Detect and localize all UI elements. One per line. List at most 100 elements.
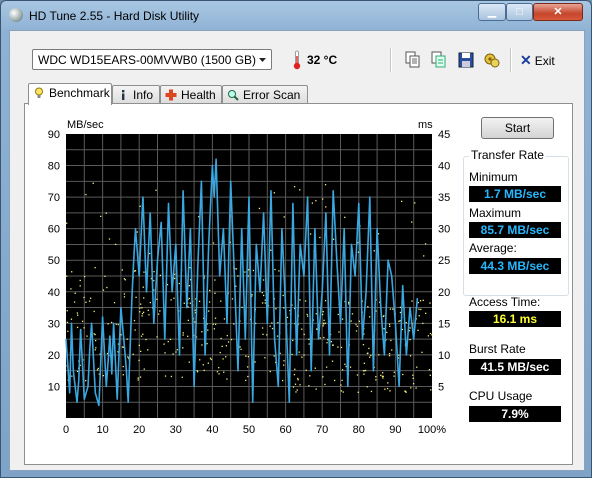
access-time-dot: [156, 298, 158, 300]
access-time-dot: [134, 329, 136, 331]
access-time-dot: [368, 347, 370, 350]
y-left-tick-label: 40: [48, 287, 60, 299]
access-time-dot: [430, 389, 432, 391]
access-time-dot: [283, 364, 285, 366]
access-time-dot: [324, 300, 327, 302]
tab-info[interactable]: Info: [112, 85, 160, 104]
access-time-dot: [366, 386, 368, 388]
minimize-button[interactable]: ▁: [478, 3, 506, 21]
access-time-dot: [324, 383, 326, 386]
access-time-dot: [362, 344, 365, 346]
copy-icon[interactable]: [404, 51, 422, 69]
access-time-dot: [139, 311, 141, 313]
info-icon: [122, 90, 125, 100]
benchmark-panel: MB/sec ms 10 20 30 40 50 60 70 80 90 5 10 15 20 25 30 35 4…: [24, 103, 573, 465]
access-time-dot: [247, 375, 249, 378]
start-button[interactable]: Start: [481, 117, 554, 139]
lightbulb-icon: [35, 87, 43, 98]
access-time-dot: [70, 288, 72, 290]
access-time-dot: [231, 298, 234, 300]
access-time-dot: [392, 308, 394, 310]
access-time-dot: [351, 313, 354, 315]
access-time-dot: [76, 312, 79, 314]
drive-select[interactable]: WDC WD15EARS-00MVWB0 (1500 GB): [32, 49, 272, 70]
access-time-dot: [133, 319, 136, 322]
tab-health[interactable]: Health: [160, 85, 222, 104]
access-time-dot: [384, 388, 386, 390]
access-time-dot: [96, 369, 99, 371]
access-time-dot: [233, 323, 235, 325]
close-button[interactable]: ✕: [533, 3, 583, 21]
access-time-dot: [311, 202, 314, 204]
access-time-dot: [76, 326, 79, 329]
x-tick-label: 40: [206, 424, 218, 436]
access-time-dot: [212, 242, 215, 244]
access-time-dot: [348, 301, 350, 303]
access-time-dot: [297, 379, 299, 381]
access-time-dot: [239, 346, 241, 348]
access-time-dot: [378, 354, 380, 356]
access-time-dot: [389, 325, 391, 327]
access-time-dot: [266, 334, 268, 336]
access-time-dot: [296, 389, 298, 391]
access-time-dot: [139, 376, 142, 378]
access-time-dot: [278, 270, 280, 272]
options-icon[interactable]: [483, 51, 501, 69]
access-time-dot: [203, 369, 205, 372]
access-time-dot: [94, 349, 96, 351]
access-time-dot: [245, 379, 247, 382]
access-time-dot: [337, 346, 339, 348]
access-time-dot: [248, 269, 250, 271]
access-time-dot: [330, 341, 333, 343]
access-time-dot: [412, 377, 414, 379]
access-time-dot: [341, 369, 344, 371]
access-time-dot: [401, 200, 403, 203]
access-time-dot: [341, 318, 344, 320]
access-time-dot: [424, 243, 427, 245]
cpu-usage-value: 7.9%: [469, 406, 561, 422]
access-time-dot: [305, 369, 307, 371]
access-time-dot: [214, 279, 216, 281]
x-tick-label: 80: [353, 424, 365, 436]
access-time-dot: [123, 293, 126, 295]
access-time-dot: [202, 364, 204, 366]
tab-error-scan[interactable]: Error Scan: [222, 85, 308, 104]
access-time-dot: [423, 255, 425, 257]
access-time-dot: [382, 315, 385, 318]
maximize-button[interactable]: □: [506, 3, 533, 21]
access-time-dot: [393, 375, 395, 377]
save-icon[interactable]: [457, 51, 475, 69]
access-time-dot: [214, 317, 217, 319]
access-time-dot: [155, 189, 157, 191]
access-time-dot: [411, 300, 413, 302]
exit-button[interactable]: ✕ Exit: [520, 52, 555, 69]
access-time-dot: [127, 356, 129, 358]
access-time-dot: [399, 306, 402, 309]
access-time-dot: [306, 313, 308, 316]
access-time-dot: [422, 322, 424, 325]
access-time-dot: [386, 387, 389, 390]
access-time-dot: [383, 327, 385, 330]
chevron-down-icon: [259, 58, 266, 62]
access-time-dot: [182, 347, 184, 349]
access-time-dot: [304, 300, 307, 302]
access-time-dot: [322, 376, 324, 378]
access-time-dot: [399, 311, 402, 314]
access-time-dot: [262, 294, 265, 297]
access-time-dot: [375, 376, 377, 378]
access-time-dot: [83, 296, 85, 299]
access-time-dot: [178, 282, 180, 285]
access-time-label: Access Time:: [469, 295, 541, 309]
tab-benchmark[interactable]: Benchmark: [28, 83, 112, 105]
tab-benchmark-label: Benchmark: [49, 86, 110, 100]
access-time-dot: [273, 192, 275, 194]
access-time-dot: [271, 327, 274, 330]
access-time-dot: [332, 238, 335, 240]
copy-all-icon[interactable]: [430, 51, 448, 69]
access-time-dot: [201, 331, 203, 333]
access-time-dot: [323, 336, 325, 339]
access-time-dot: [201, 344, 203, 346]
access-time-dot: [89, 297, 92, 299]
access-time-dot: [182, 332, 184, 334]
access-time-dot: [314, 367, 316, 369]
